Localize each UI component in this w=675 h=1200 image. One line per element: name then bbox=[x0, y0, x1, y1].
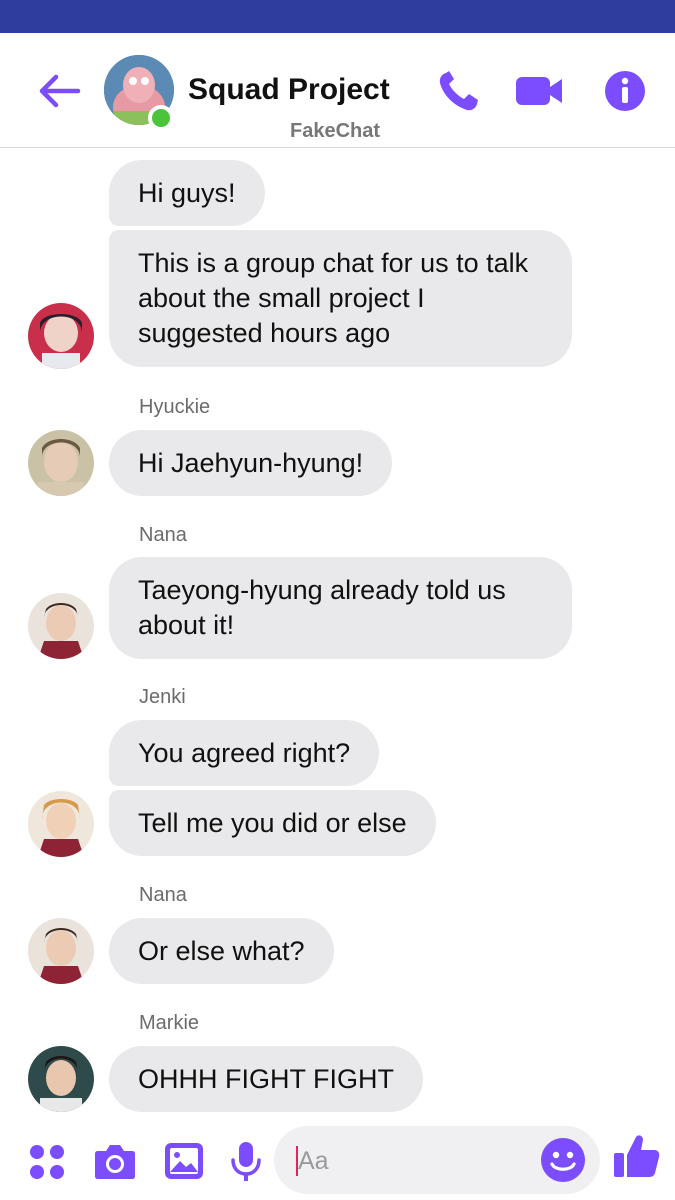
avatar[interactable] bbox=[28, 303, 94, 369]
online-status-dot bbox=[148, 105, 174, 131]
video-call-button[interactable] bbox=[514, 69, 562, 113]
sender-name: Nana bbox=[139, 524, 187, 546]
message-text: Tell me you did or else bbox=[138, 807, 407, 838]
avatar[interactable] bbox=[28, 791, 94, 857]
message-text: This is a group chat for us to talk abou… bbox=[138, 248, 529, 348]
microphone-button[interactable] bbox=[224, 1139, 268, 1183]
status-bar bbox=[0, 0, 675, 33]
message-text: Or else what? bbox=[138, 935, 305, 966]
call-button[interactable] bbox=[436, 69, 484, 113]
message-text: OHHH FIGHT FIGHT bbox=[138, 1063, 394, 1094]
back-button[interactable] bbox=[36, 71, 82, 111]
message-bubble[interactable]: Tell me you did or else bbox=[109, 790, 436, 856]
message-composer: Aa bbox=[0, 1123, 675, 1200]
message-bubble[interactable]: This is a group chat for us to talk abou… bbox=[109, 230, 572, 367]
apps-button[interactable] bbox=[26, 1139, 70, 1183]
message-text: Hi Jaehyun-hyung! bbox=[138, 447, 364, 478]
four-dots-icon bbox=[30, 1145, 64, 1179]
sender-name: Markie bbox=[139, 1012, 200, 1034]
gallery-button[interactable] bbox=[162, 1139, 206, 1183]
phone-icon bbox=[439, 71, 478, 111]
emoji-button[interactable] bbox=[540, 1137, 586, 1183]
sender-name: Nana bbox=[139, 884, 187, 906]
message-input[interactable]: Aa bbox=[274, 1126, 600, 1194]
info-icon bbox=[605, 71, 645, 111]
info-button[interactable] bbox=[602, 69, 650, 113]
chat-header: Squad Project FakeChat bbox=[0, 33, 675, 148]
message-bubble[interactable]: Taeyong-hyung already told us about it! bbox=[109, 557, 572, 659]
image-icon bbox=[165, 1143, 203, 1179]
like-button[interactable] bbox=[612, 1131, 662, 1181]
microphone-icon bbox=[231, 1142, 261, 1181]
message-input-placeholder: Aa bbox=[298, 1147, 329, 1175]
sender-name: Hyuckie bbox=[139, 396, 211, 418]
message-list[interactable]: Hi guys! This is a group chat for us to … bbox=[0, 148, 675, 1123]
arrow-left-icon bbox=[39, 74, 81, 108]
avatar[interactable] bbox=[28, 1046, 94, 1112]
message-bubble[interactable]: Hi Jaehyun-hyung! bbox=[109, 430, 393, 496]
message-bubble[interactable]: You agreed right? bbox=[109, 720, 380, 786]
camera-icon bbox=[95, 1145, 135, 1179]
video-camera-icon bbox=[516, 77, 562, 105]
camera-button[interactable] bbox=[92, 1139, 136, 1183]
message-text: You agreed right? bbox=[138, 737, 351, 768]
message-bubble[interactable]: OHHH FIGHT FIGHT bbox=[109, 1046, 423, 1112]
avatar[interactable] bbox=[28, 593, 94, 659]
message-bubble[interactable]: Or else what? bbox=[109, 918, 334, 984]
message-text: Hi guys! bbox=[138, 177, 236, 208]
thumbs-up-icon bbox=[614, 1135, 660, 1177]
avatar[interactable] bbox=[28, 918, 94, 984]
smiley-icon bbox=[541, 1138, 585, 1182]
chat-title[interactable]: Squad Project bbox=[188, 73, 390, 107]
sender-name: Jenki bbox=[139, 686, 186, 708]
chat-subtitle: FakeChat bbox=[290, 120, 381, 142]
message-bubble[interactable]: Hi guys! bbox=[109, 160, 265, 226]
message-text: Taeyong-hyung already told us about it! bbox=[138, 575, 506, 640]
avatar[interactable] bbox=[28, 430, 94, 496]
